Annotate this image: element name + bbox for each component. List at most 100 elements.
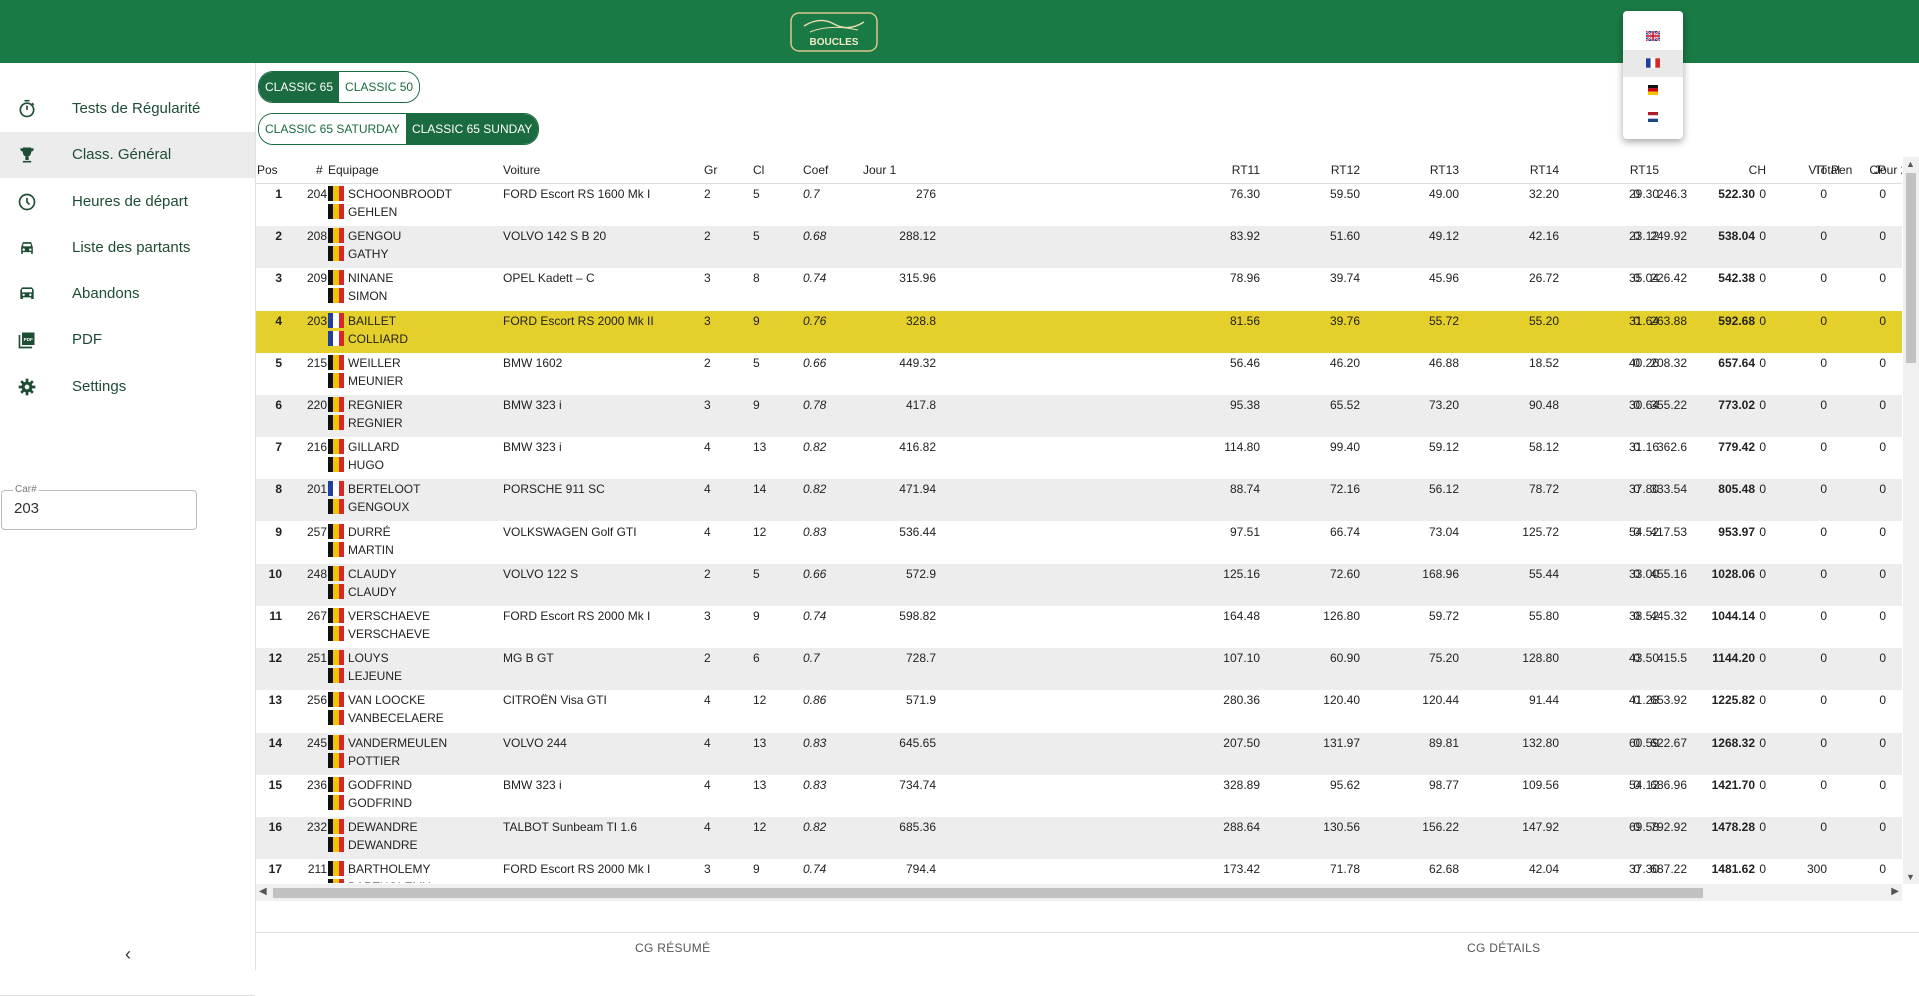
header-gr[interactable]: Gr — [704, 163, 717, 177]
cell-rt14: 55.20 — [1528, 313, 1559, 328]
belgium-flag-icon — [328, 879, 344, 883]
cell-driver: BARTHOLEMY — [348, 862, 431, 877]
cell-driver: VAN LOOCKE — [348, 693, 426, 708]
tab-classic-65[interactable]: CLASSIC 65 — [259, 72, 340, 102]
scroll-down-icon[interactable]: ▼ — [1906, 872, 1915, 882]
sidebar-item-heures-depart[interactable]: Heures de départ — [0, 179, 255, 225]
cell-jour2: 455.16 — [1650, 566, 1687, 581]
cell-coef: 0.7 — [803, 187, 820, 201]
cell-car: BMW 323 i — [503, 398, 562, 412]
sidebar-item-tests-regularite[interactable]: Tests de Régularité — [0, 86, 255, 132]
collapse-sidebar-icon[interactable]: ‹ — [118, 944, 138, 964]
header-voiture[interactable]: Voiture — [503, 163, 540, 177]
car-number-input[interactable] — [14, 500, 184, 517]
cell-car: TALBOT Sunbeam TI 1.6 — [503, 820, 638, 834]
header-rt15[interactable]: RT15 — [1630, 163, 1659, 177]
cell-ch: 0 — [1759, 398, 1766, 412]
header-rt13[interactable]: RT13 — [1430, 163, 1459, 177]
cell-rt12: 66.74 — [1329, 524, 1360, 539]
header-equipage[interactable]: Equipage — [328, 163, 379, 177]
cell-rt14: 32.20 — [1528, 187, 1559, 201]
header-rt12[interactable]: RT12 — [1331, 163, 1360, 177]
cell-rt14: 18.52 — [1528, 355, 1559, 370]
cell-pos: 1 — [275, 187, 282, 201]
cell-driver: GODFRIND — [348, 777, 412, 792]
cell-cp: 0 — [1879, 820, 1886, 834]
header-pos[interactable]: Pos — [257, 163, 278, 177]
cell-jour2: 263.88 — [1650, 313, 1687, 328]
header-total[interactable]: Total — [1740, 163, 1840, 177]
belgium-flag-icon — [328, 794, 344, 810]
horizontal-scroll-thumb[interactable] — [273, 888, 1703, 898]
car-number-field[interactable]: Car# — [1, 484, 197, 530]
belgium-flag-icon — [328, 776, 344, 792]
belgium-flag-icon — [328, 246, 344, 262]
cell-rt14: 78.72 — [1528, 482, 1559, 497]
language-option-fr[interactable] — [1623, 50, 1683, 77]
cell-pos: 6 — [275, 398, 282, 412]
tab-cg-resume[interactable]: CG RÉSUMÉ — [635, 941, 710, 955]
belgium-flag-icon — [328, 186, 344, 201]
header-number[interactable]: # — [316, 163, 323, 177]
belgium-flag-icon — [328, 439, 344, 455]
sidebar-item-label: Liste des partants — [72, 239, 191, 256]
cell-jour1: 328.8 — [905, 313, 936, 328]
day-tabs: CLASSIC 65 SATURDAY CLASSIC 65 SUNDAY — [258, 113, 540, 145]
language-option-nl[interactable] — [1623, 104, 1683, 131]
cell-codriver: GEHLEN — [348, 205, 398, 219]
cell-num: 215 — [306, 355, 327, 370]
cell-cl: 12 — [753, 524, 767, 539]
sidebar-item-class-general[interactable]: Class. Général — [0, 132, 255, 178]
cell-rt12: 39.74 — [1329, 271, 1360, 286]
cell-rt12: 95.62 — [1329, 777, 1360, 792]
sidebar-item-abandons[interactable]: Abandons — [0, 271, 255, 317]
cell-rt12: 130.56 — [1323, 820, 1360, 834]
cell-cl: 13 — [753, 777, 767, 792]
cell-total: 1144.20 — [1712, 651, 1755, 666]
header-jour2[interactable]: Jour 2 — [1874, 163, 1902, 177]
cell-jour2: 445.32 — [1650, 609, 1687, 623]
header-cl[interactable]: Cl — [753, 163, 764, 177]
cell-num: 248 — [306, 566, 327, 581]
vertical-scrollbar[interactable]: ▲ ▼ — [1903, 157, 1919, 884]
header-rt14[interactable]: RT14 — [1530, 163, 1559, 177]
vertical-scroll-thumb[interactable] — [1906, 173, 1916, 363]
cell-rt12: 120.40 — [1323, 693, 1360, 708]
scroll-up-icon[interactable]: ▲ — [1906, 159, 1915, 169]
cell-codriver: REGNIER — [348, 416, 403, 430]
cell-total: 522.30 — [1718, 187, 1755, 201]
sidebar: Tests de Régularité Class. Général Heure… — [0, 63, 256, 996]
event-logo[interactable]: BOUCLES — [790, 12, 878, 52]
tab-classic-65-sunday[interactable]: CLASSIC 65 SUNDAY — [405, 114, 539, 144]
cell-codriver: GENGOUX — [348, 500, 410, 515]
header-rt11[interactable]: RT11 — [1232, 163, 1260, 177]
header-coef[interactable]: Coef — [803, 163, 828, 177]
cell-total: 805.48 — [1718, 482, 1755, 497]
tab-classic-65-saturday[interactable]: CLASSIC 65 SATURDAY — [259, 114, 406, 144]
belgium-flag-icon — [328, 752, 344, 768]
language-option-de[interactable] — [1623, 77, 1683, 104]
cell-cp: 0 — [1879, 440, 1886, 455]
cell-rt12: 65.52 — [1329, 398, 1360, 412]
cell-cl: 8 — [753, 271, 760, 286]
cell-coef: 0.82 — [803, 440, 827, 455]
cell-coef: 0.78 — [803, 398, 827, 412]
horizontal-scrollbar[interactable]: ◀ ▶ — [256, 884, 1902, 901]
sidebar-item-pdf[interactable]: PDF PDF — [0, 317, 255, 363]
cell-vit: 0 — [1820, 229, 1827, 244]
belgium-flag-icon — [328, 692, 344, 708]
cell-total: 779.42 — [1718, 440, 1755, 455]
sidebar-item-settings[interactable]: Settings — [0, 364, 255, 410]
tab-classic-50[interactable]: CLASSIC 50 — [339, 72, 420, 102]
sidebar-item-liste-partants[interactable]: Liste des partants — [0, 225, 255, 271]
cell-coef: 0.83 — [803, 777, 827, 792]
language-option-en[interactable] — [1623, 23, 1683, 50]
header-jour1[interactable]: Jour 1 — [863, 163, 896, 177]
english-flag-icon — [1646, 31, 1660, 41]
scroll-left-icon[interactable]: ◀ — [259, 886, 267, 897]
cell-num: 203 — [306, 313, 327, 328]
cell-cp: 0 — [1879, 313, 1886, 328]
scroll-right-icon[interactable]: ▶ — [1891, 886, 1899, 897]
cell-pos: 13 — [268, 693, 282, 708]
tab-cg-details[interactable]: CG DÉTAILS — [1467, 941, 1540, 955]
